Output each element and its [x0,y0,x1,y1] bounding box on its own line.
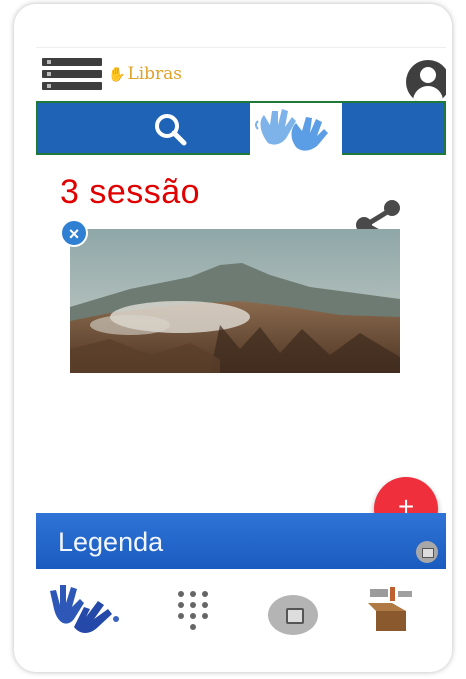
hands-logo-icon[interactable] [250,103,342,157]
search-icon[interactable] [150,111,192,149]
brand-logo: ✋ Libras [108,64,182,84]
image-icon[interactable] [268,595,318,635]
app-screen: ✋ Libras 3 sessão × + Legenda [36,47,446,659]
top-bar: ✋ Libras [36,47,446,104]
menu-icon[interactable] [42,58,102,92]
legend-label: Legenda [58,527,164,557]
legend-bar: Legenda [36,513,446,569]
profile-icon[interactable] [406,60,446,104]
legend-image-icon[interactable] [416,541,438,563]
hands-nav-icon[interactable] [44,579,119,639]
session-title: 3 sessão [60,173,201,211]
close-icon[interactable]: × [60,219,88,247]
volcano-image [70,229,400,373]
search-bar [36,101,446,157]
box-icon[interactable] [362,579,432,639]
brand-name: Libras [127,64,183,84]
session-photo[interactable] [70,229,400,373]
brand-hand-icon: ✋ [108,67,126,83]
bottom-nav [36,569,446,659]
dialpad-icon[interactable] [176,589,216,630]
